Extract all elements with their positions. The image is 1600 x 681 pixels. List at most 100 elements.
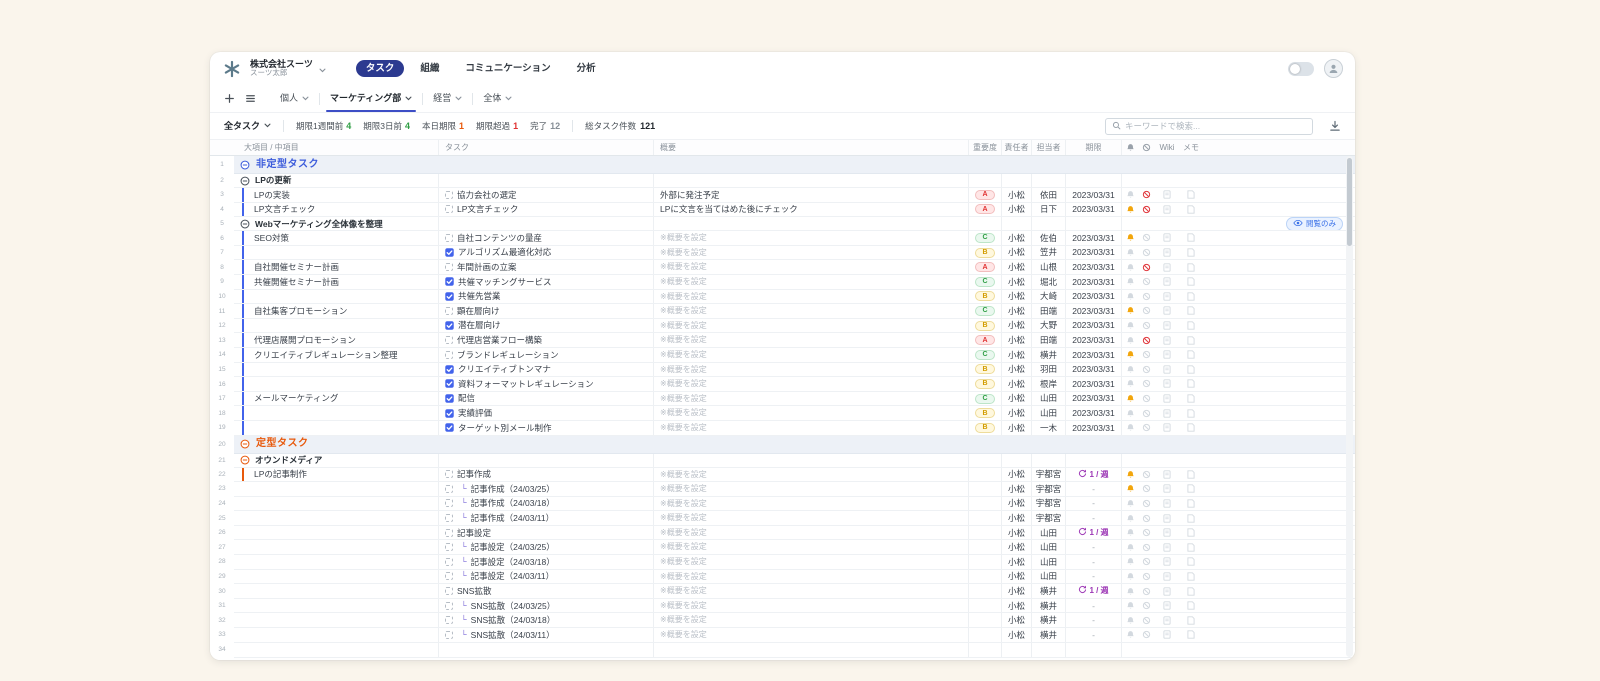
task-checkbox[interactable]	[445, 587, 453, 595]
table-row-15[interactable]: 15クリエイティブトンマナ※概要を設定B小松羽田2023/03/31	[210, 363, 1355, 378]
memo-icon[interactable]	[1179, 526, 1203, 540]
task-cell[interactable]: └SNS拡散（24/03/25）	[438, 599, 653, 613]
overview-cell[interactable]: ※概要を設定	[653, 570, 968, 584]
overview-cell[interactable]: ※概要を設定	[653, 260, 968, 274]
table-row-9[interactable]: 9共催開催セミナー計画共催マッチングサービス※概要を設定C小松堀北2023/03…	[210, 275, 1355, 290]
table-row-14[interactable]: 14クリエイティブレギュレーション整理ブランドレギュレーション※概要を設定C小松…	[210, 348, 1355, 363]
wiki-icon[interactable]	[1155, 421, 1179, 435]
assignee-cell[interactable]: 大野	[1031, 319, 1065, 333]
overview-cell[interactable]: ※概要を設定	[653, 482, 968, 496]
wiki-icon[interactable]	[1155, 540, 1179, 554]
file-icon[interactable]	[1138, 468, 1155, 482]
memo-icon[interactable]	[1179, 231, 1203, 245]
file-icon[interactable]	[1138, 584, 1155, 598]
wiki-icon[interactable]	[1155, 348, 1179, 362]
wiki-icon[interactable]	[1155, 290, 1179, 304]
overview-cell[interactable]: ※概要を設定	[653, 363, 968, 377]
bell-icon[interactable]	[1121, 421, 1138, 435]
importance-cell[interactable]	[968, 540, 1001, 554]
due-cell[interactable]: 2023/03/31	[1065, 363, 1121, 377]
importance-cell[interactable]: A	[968, 188, 1001, 202]
overview-cell[interactable]: ※概要を設定	[653, 319, 968, 333]
scrollbar-thumb[interactable]	[1347, 158, 1352, 246]
task-cell[interactable]: 自社コンテンツの量産	[438, 231, 653, 245]
importance-cell[interactable]: C	[968, 348, 1001, 362]
assignee-cell[interactable]: 一木	[1031, 421, 1065, 435]
due-cell[interactable]: 2023/03/31	[1065, 377, 1121, 391]
file-icon[interactable]	[1138, 497, 1155, 511]
file-icon[interactable]	[1138, 363, 1155, 377]
task-checkbox-checked[interactable]	[445, 365, 454, 374]
collapse-icon[interactable]	[240, 219, 250, 229]
due-cell[interactable]: 2023/03/31	[1065, 333, 1121, 347]
assignee-cell[interactable]: 堀北	[1031, 275, 1065, 289]
assignee-cell[interactable]: 大崎	[1031, 290, 1065, 304]
file-icon[interactable]	[1138, 628, 1155, 642]
owner-cell[interactable]: 小松	[1001, 613, 1031, 627]
wiki-icon[interactable]	[1155, 526, 1179, 540]
task-cell[interactable]: └SNS拡散（24/03/11）	[438, 628, 653, 642]
bell-icon[interactable]	[1121, 482, 1138, 496]
table-row-18[interactable]: 18実績評価※概要を設定B小松山田2023/03/31	[210, 406, 1355, 421]
task-cell[interactable]: └記事設定（24/03/11）	[438, 570, 653, 584]
due-cell[interactable]: -	[1065, 599, 1121, 613]
bell-icon[interactable]	[1121, 333, 1138, 347]
importance-cell[interactable]: B	[968, 406, 1001, 420]
due-cell[interactable]: 1 / 週	[1065, 584, 1121, 598]
nav-communication[interactable]: コミュニケーション	[455, 60, 560, 77]
overview-cell[interactable]: ※概要を設定	[653, 540, 968, 554]
task-checkbox-checked[interactable]	[445, 277, 454, 286]
owner-cell[interactable]: 小松	[1001, 468, 1031, 482]
due-cell[interactable]: -	[1065, 613, 1121, 627]
task-checkbox[interactable]	[445, 470, 453, 478]
filter-3days-before[interactable]: 期限3日前4	[363, 121, 410, 132]
table-row-17[interactable]: 17メールマーケティング配信※概要を設定C小松山田2023/03/31	[210, 392, 1355, 407]
importance-cell[interactable]	[968, 482, 1001, 496]
importance-cell[interactable]: A	[968, 333, 1001, 347]
owner-cell[interactable]: 小松	[1001, 260, 1031, 274]
task-cell[interactable]: └記事設定（24/03/25）	[438, 540, 653, 554]
wiki-icon[interactable]	[1155, 333, 1179, 347]
assignee-cell[interactable]: 宇都宮	[1031, 468, 1065, 482]
table-row-25[interactable]: 25└記事作成（24/03/11）※概要を設定小松宇都宮-	[210, 511, 1355, 526]
file-icon[interactable]	[1138, 290, 1155, 304]
memo-icon[interactable]	[1179, 333, 1203, 347]
due-cell[interactable]: 2023/03/31	[1065, 392, 1121, 406]
file-icon[interactable]	[1138, 540, 1155, 554]
owner-cell[interactable]: 小松	[1001, 584, 1031, 598]
bell-icon[interactable]	[1121, 304, 1138, 318]
wiki-icon[interactable]	[1155, 377, 1179, 391]
task-checkbox-checked[interactable]	[445, 292, 454, 301]
assignee-cell[interactable]: 田端	[1031, 304, 1065, 318]
task-cell[interactable]: ブランドレギュレーション	[438, 348, 653, 362]
file-icon[interactable]	[1138, 555, 1155, 569]
assignee-cell[interactable]: 横井	[1031, 584, 1065, 598]
importance-cell[interactable]	[968, 526, 1001, 540]
overview-cell[interactable]: ※概要を設定	[653, 555, 968, 569]
overview-cell[interactable]: ※概要を設定	[653, 584, 968, 598]
task-checkbox[interactable]	[445, 543, 453, 551]
nav-analysis[interactable]: 分析	[567, 60, 606, 77]
collapse-icon[interactable]	[240, 439, 250, 449]
importance-cell[interactable]	[968, 570, 1001, 584]
table-row-26[interactable]: 26記事設定※概要を設定小松山田1 / 週	[210, 526, 1355, 541]
bell-icon[interactable]	[1121, 246, 1138, 260]
task-checkbox[interactable]	[445, 351, 453, 359]
task-checkbox[interactable]	[445, 558, 453, 566]
add-button[interactable]	[224, 93, 235, 104]
table-row-33[interactable]: 33└SNS拡散（24/03/11）※概要を設定小松横井-	[210, 628, 1355, 643]
assignee-cell[interactable]: 横井	[1031, 599, 1065, 613]
owner-cell[interactable]: 小松	[1001, 526, 1031, 540]
tab-management[interactable]: 経営	[423, 85, 472, 112]
owner-cell[interactable]: 小松	[1001, 628, 1031, 642]
memo-icon[interactable]	[1179, 468, 1203, 482]
overview-cell[interactable]: ※概要を設定	[653, 613, 968, 627]
overview-cell[interactable]: ※概要を設定	[653, 290, 968, 304]
memo-icon[interactable]	[1179, 246, 1203, 260]
wiki-icon[interactable]	[1155, 570, 1179, 584]
due-cell[interactable]: -	[1065, 628, 1121, 642]
task-checkbox[interactable]	[445, 234, 453, 242]
overview-cell[interactable]: ※概要を設定	[653, 304, 968, 318]
owner-cell[interactable]: 小松	[1001, 275, 1031, 289]
table-row-12[interactable]: 12潜在層向け※概要を設定B小松大野2023/03/31	[210, 319, 1355, 334]
